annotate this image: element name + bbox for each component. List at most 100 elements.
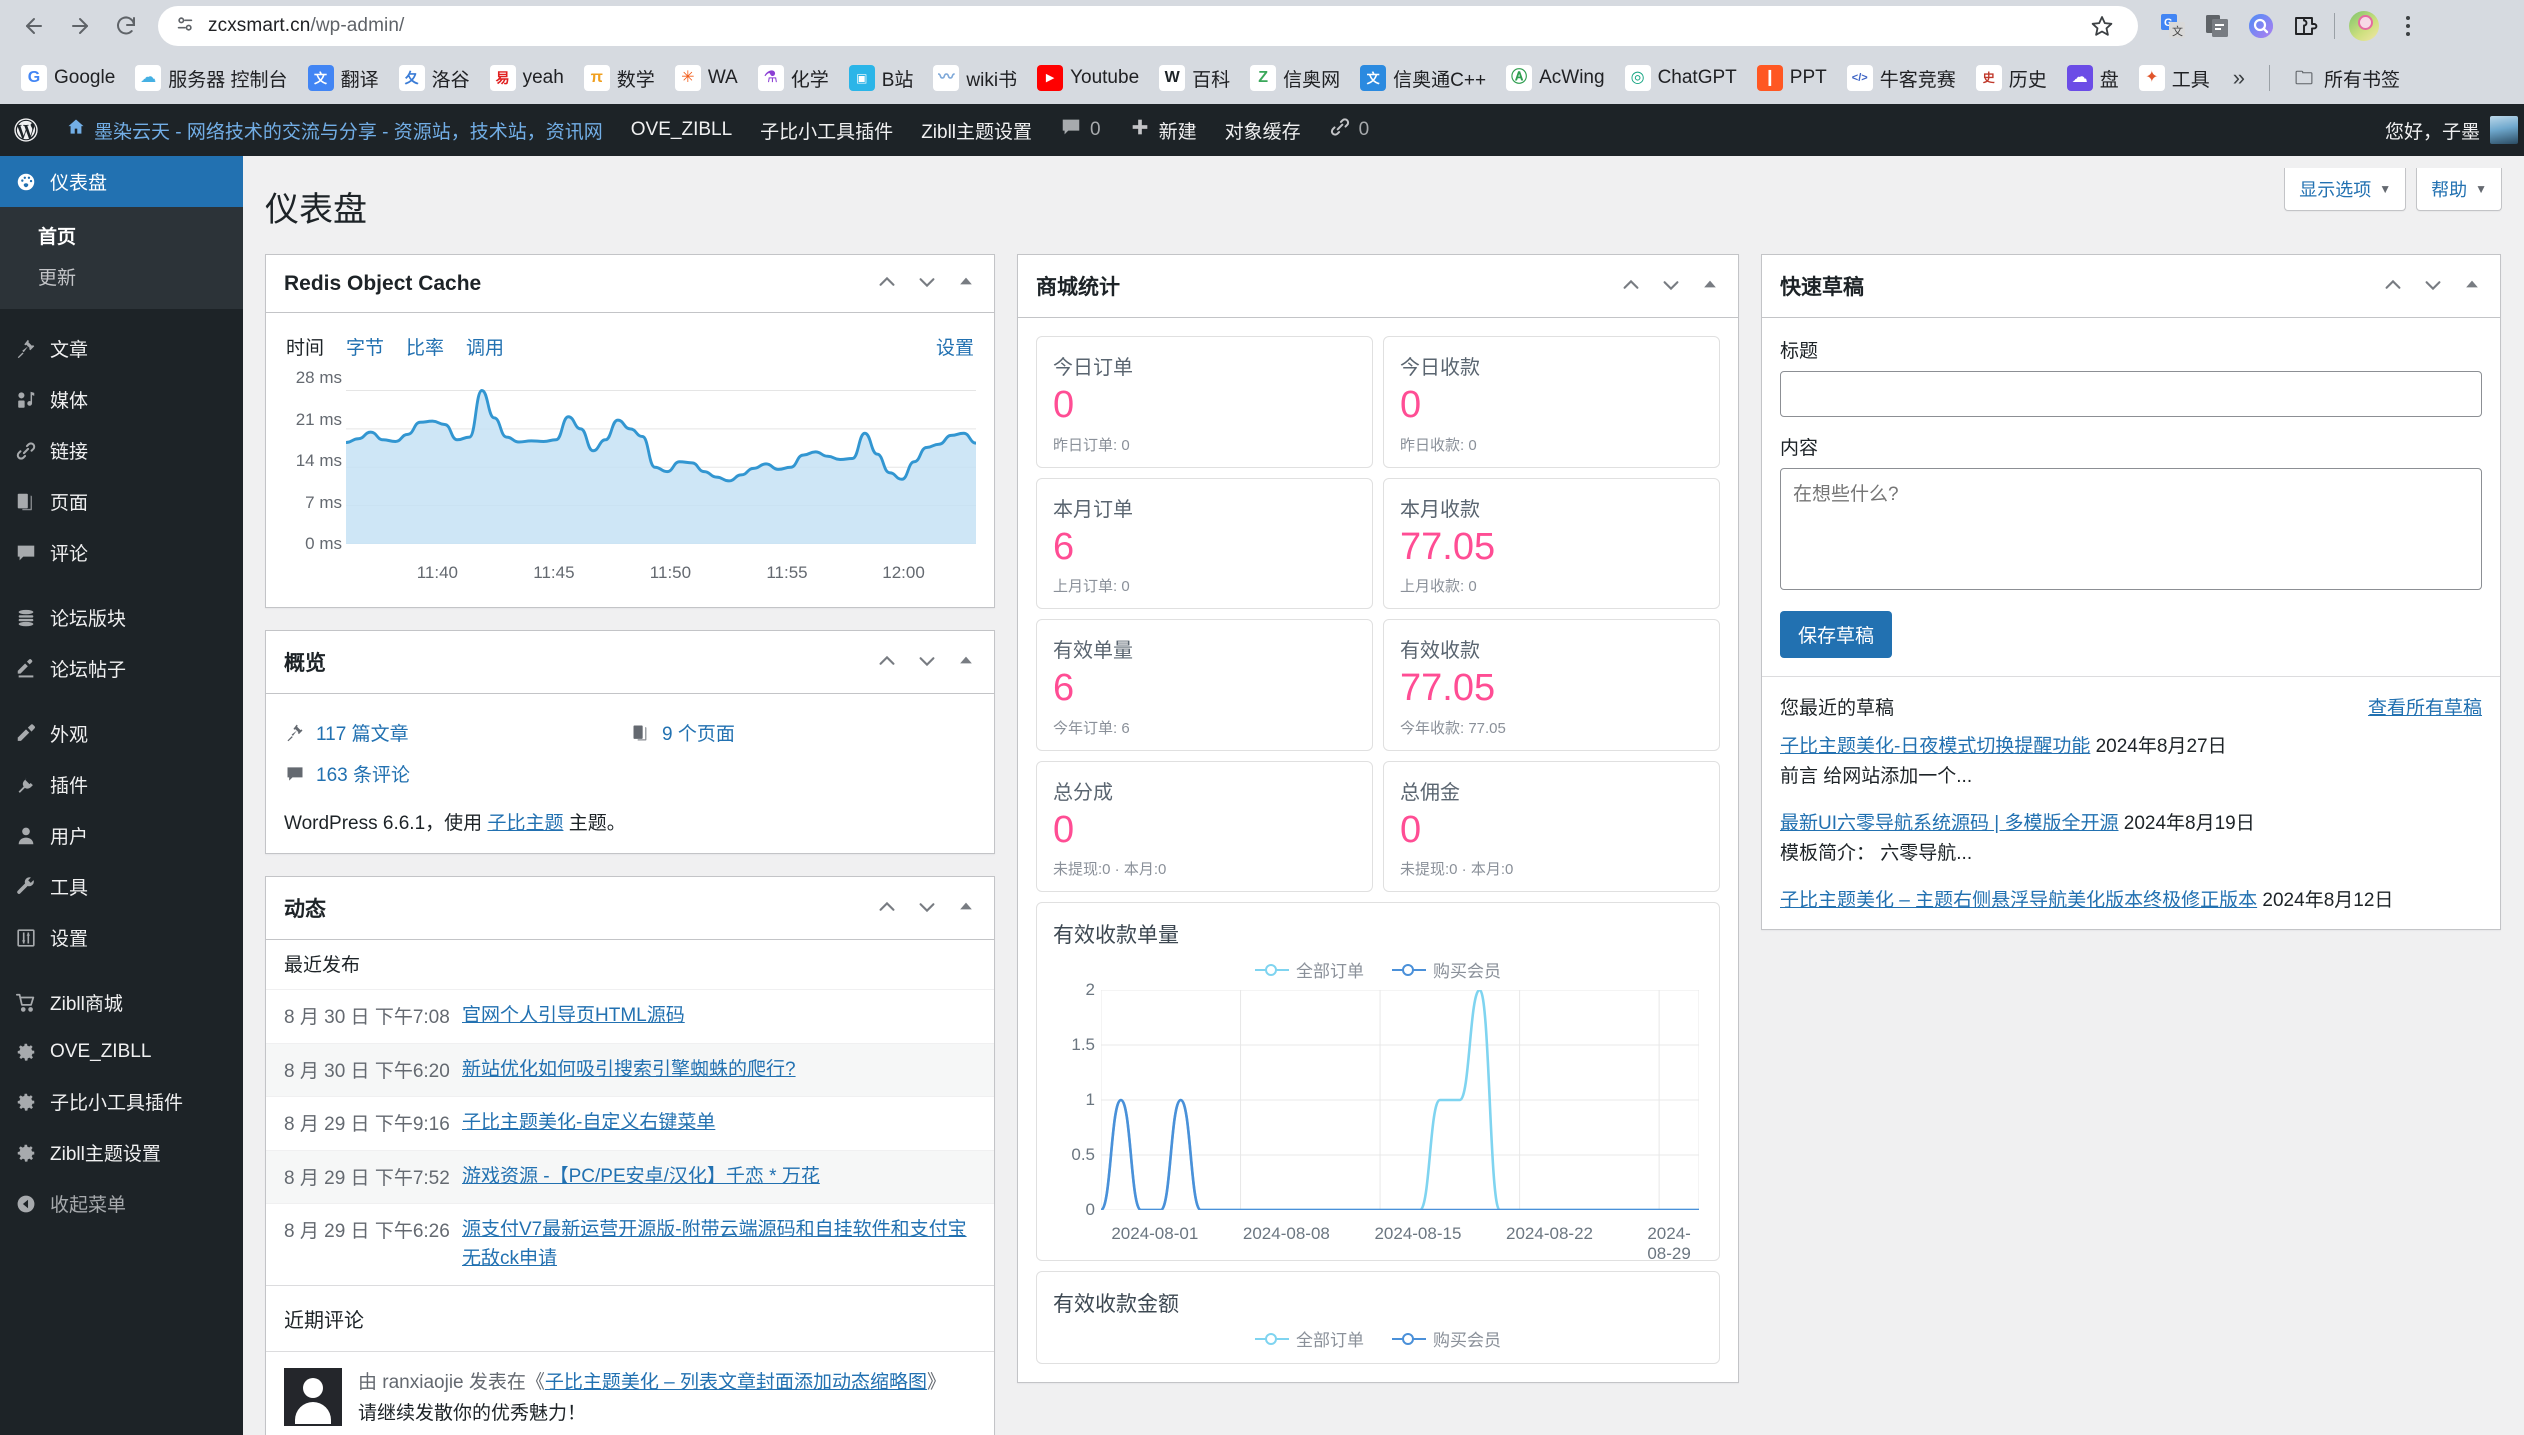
- sidebar-item-links[interactable]: 链接: [0, 425, 243, 476]
- adminbar-object-cache[interactable]: 对象缓存: [1211, 104, 1315, 156]
- save-draft-button[interactable]: 保存草稿: [1780, 611, 1893, 659]
- adminbar-comments[interactable]: 0: [1046, 104, 1115, 156]
- adminbar-account[interactable]: 您好，子墨: [2385, 116, 2524, 144]
- toggle-panel-icon[interactable]: [1700, 274, 1720, 299]
- sidebar-item-appearance[interactable]: 外观: [0, 708, 243, 759]
- sidebar-item-zibll-shop[interactable]: Zibll商城: [0, 977, 243, 1028]
- bookmark-item[interactable]: 夂洛谷: [390, 60, 479, 97]
- search-lens-icon[interactable]: [2246, 11, 2276, 41]
- draft-content-textarea[interactable]: [1780, 468, 2482, 591]
- activity-post-link[interactable]: 源支付V7最新运营开源版-附带云端源码和自挂软件和支付宝无敌ck申请: [462, 1216, 976, 1273]
- chrome-menu-icon[interactable]: [2393, 16, 2423, 36]
- adminbar-links[interactable]: 0: [1315, 104, 1384, 156]
- adminbar-item-zibll-settings[interactable]: Zibll主题设置: [907, 104, 1046, 156]
- move-up-icon[interactable]: [2382, 274, 2404, 299]
- overview-pages-link[interactable]: 9 个页面: [630, 712, 976, 753]
- sidebar-item-users[interactable]: 用户: [0, 810, 243, 861]
- comment-post-link[interactable]: 子比主题美化 – 列表文章封面添加动态缩略图: [545, 1372, 927, 1393]
- bookmark-item[interactable]: ◎ ChatGPT: [1616, 60, 1746, 96]
- draft-title-link[interactable]: 子比主题美化 – 主题右侧悬浮导航美化版本终极修正版本: [1780, 890, 2257, 911]
- sidebar-item-tools[interactable]: 工具: [0, 861, 243, 912]
- toggle-panel-icon[interactable]: [956, 896, 976, 921]
- bookmark-item[interactable]: ✦ 工具: [2130, 60, 2219, 97]
- bookmark-item[interactable]: ▣ B站: [840, 60, 923, 97]
- sidebar-item-forum-posts[interactable]: 论坛帖子: [0, 643, 243, 694]
- bookmark-item[interactable]: 文翻译: [299, 60, 388, 97]
- site-info-icon[interactable]: [174, 13, 196, 40]
- sidebar-item-plugins[interactable]: 插件: [0, 759, 243, 810]
- theme-link[interactable]: 子比主题: [487, 813, 563, 834]
- help-button[interactable]: 帮助 ▼: [2416, 168, 2502, 211]
- move-down-icon[interactable]: [1660, 274, 1682, 299]
- sidebar-item-media[interactable]: 媒体: [0, 374, 243, 425]
- sidebar-item-comments[interactable]: 评论: [0, 527, 243, 578]
- activity-post-link[interactable]: 子比主题美化-自定义右键菜单: [462, 1109, 715, 1138]
- bookmark-item[interactable]: Z 信奥网: [1241, 60, 1349, 97]
- sidebar-item-posts[interactable]: 文章: [0, 323, 243, 374]
- adminbar-new-content[interactable]: 新建: [1115, 104, 1211, 156]
- toggle-panel-icon[interactable]: [956, 271, 976, 296]
- move-down-icon[interactable]: [916, 271, 938, 296]
- bookmark-item[interactable]: Ⓐ AcWing: [1497, 60, 1613, 96]
- activity-post-link[interactable]: 游戏资源 -【PC/PE安卓/汉化】千恋 * 万花: [462, 1163, 820, 1192]
- move-down-icon[interactable]: [916, 650, 938, 675]
- forward-button[interactable]: [60, 6, 100, 46]
- sidebar-item-forum-boards[interactable]: 论坛版块: [0, 592, 243, 643]
- draft-title-link[interactable]: 子比主题美化-日夜模式切换提醒功能: [1780, 736, 2090, 757]
- site-name-menu[interactable]: 墨染云天 - 网络技术的交流与分享 - 资源站，技术站，资讯网: [52, 104, 617, 156]
- bookmark-item[interactable]: 史历史: [1967, 60, 2056, 97]
- legend-item-members[interactable]: 购买会员: [1392, 957, 1501, 982]
- back-button[interactable]: [14, 6, 54, 46]
- bookmark-item[interactable]: W 百科: [1150, 60, 1239, 97]
- draft-title-input[interactable]: [1780, 371, 2482, 418]
- sidebar-item-dashboard[interactable]: 仪表盘: [0, 156, 251, 207]
- legend-item-all-orders[interactable]: 全部订单: [1255, 957, 1364, 982]
- legend-item-members[interactable]: 购买会员: [1392, 1326, 1501, 1351]
- view-all-drafts-link[interactable]: 查看所有草稿: [2368, 693, 2482, 720]
- bookmark-star-icon[interactable]: [2082, 6, 2122, 46]
- bookmark-item[interactable]: ❙ PPT: [1748, 60, 1836, 96]
- bookmark-item[interactable]: ☁ 服务器 控制台: [126, 60, 296, 97]
- activity-post-link[interactable]: 官网个人引导页HTML源码: [462, 1002, 685, 1031]
- adminbar-item-ove-zibll[interactable]: OVE_ZIBLL: [617, 104, 746, 156]
- sidebar-item-zibi-tools-plugin[interactable]: 子比小工具插件: [0, 1076, 243, 1127]
- adminbar-item-zibi-tools[interactable]: 子比小工具插件: [746, 104, 907, 156]
- screen-options-button[interactable]: 显示选项 ▼: [2284, 168, 2407, 211]
- address-bar[interactable]: zcxsmart.cn/wp-admin/: [158, 6, 2138, 46]
- move-up-icon[interactable]: [876, 896, 898, 921]
- move-up-icon[interactable]: [876, 271, 898, 296]
- all-bookmarks-button[interactable]: 🗀 所有书签: [2282, 60, 2409, 97]
- tab-ratio[interactable]: 比率: [406, 333, 444, 360]
- bookmark-item[interactable]: ▶ Youtube: [1028, 60, 1148, 96]
- toggle-panel-icon[interactable]: [2462, 274, 2482, 299]
- bookmark-item[interactable]: ⚗ 化学: [749, 60, 838, 97]
- bookmark-item[interactable]: G Google: [12, 60, 124, 96]
- bookmark-item[interactable]: 易 yeah: [481, 60, 573, 96]
- profile-avatar[interactable]: [2349, 11, 2379, 41]
- move-down-icon[interactable]: [2422, 274, 2444, 299]
- bookmark-item[interactable]: π 数学: [575, 60, 664, 97]
- legend-item-all-orders[interactable]: 全部订单: [1255, 1326, 1364, 1351]
- bookmark-item[interactable]: 〰 wiki书: [924, 60, 1026, 97]
- tab-time[interactable]: 时间: [286, 333, 324, 360]
- redis-settings-link[interactable]: 设置: [936, 333, 974, 360]
- bookmark-item[interactable]: ☁ 盘: [2058, 60, 2128, 97]
- bookmarks-overflow-button[interactable]: »: [2221, 61, 2257, 95]
- activity-post-link[interactable]: 新站优化如何吸引搜索引擎蜘蛛的爬行?: [462, 1056, 796, 1085]
- reload-button[interactable]: [106, 6, 146, 46]
- move-down-icon[interactable]: [916, 896, 938, 921]
- bookmark-item[interactable]: </> 牛客竞赛: [1838, 60, 1965, 97]
- wordpress-logo-icon[interactable]: [0, 104, 52, 156]
- bookmark-item[interactable]: ✳ WA: [666, 60, 747, 96]
- sidebar-item-collapse-menu[interactable]: 收起菜单: [0, 1178, 243, 1229]
- move-up-icon[interactable]: [876, 650, 898, 675]
- tab-calls[interactable]: 调用: [466, 333, 504, 360]
- sidebar-item-settings[interactable]: 设置: [0, 912, 243, 963]
- bookmark-item[interactable]: 文信奥通C++: [1351, 60, 1495, 97]
- sidebar-item-ove-zibll[interactable]: OVE_ZIBLL: [0, 1028, 243, 1076]
- toggle-panel-icon[interactable]: [956, 650, 976, 675]
- tab-bytes[interactable]: 字节: [346, 333, 384, 360]
- sidebar-item-zibll-theme-settings[interactable]: Zibll主题设置: [0, 1127, 243, 1178]
- submenu-item-home[interactable]: 首页: [0, 215, 243, 256]
- reading-list-icon[interactable]: [2202, 11, 2232, 41]
